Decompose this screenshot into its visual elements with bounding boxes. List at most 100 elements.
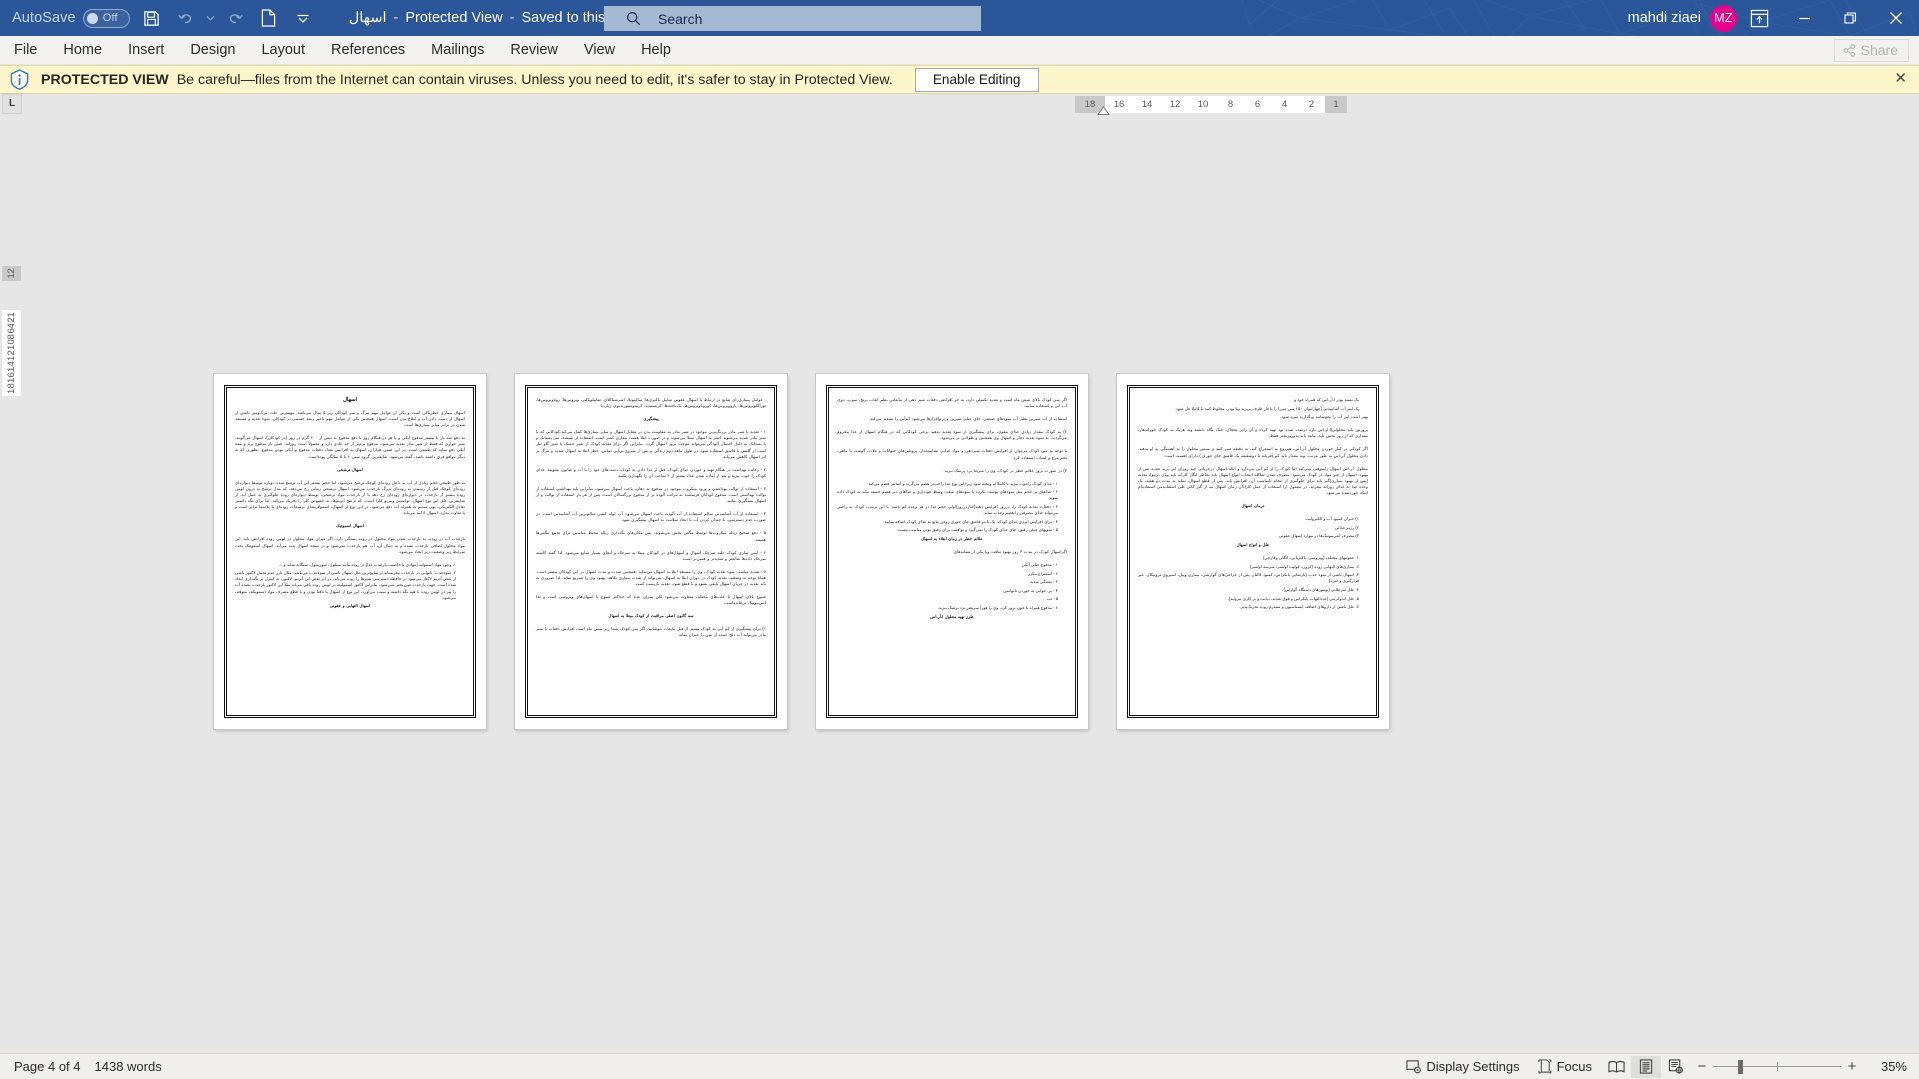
minimize-button[interactable] (1781, 0, 1827, 36)
document-page-4[interactable]: یک بسته پودر ا.آر.اس که همراه خود و یک ل… (1117, 374, 1389, 729)
account-name[interactable]: mahdi ziaei (1628, 10, 1701, 26)
tab-stop-marker: L (8, 98, 16, 109)
tab-mailings[interactable]: Mailings (419, 38, 496, 63)
page-1-list-item-2: ۲. سوءجذب: ناتوانی در بازجذب بیفرشتاند ا… (235, 570, 456, 600)
redo-icon[interactable] (219, 3, 251, 33)
page-3-para-2: استفاده از آب شیرین نظیر آب میوه‌های صنع… (869, 416, 1067, 422)
autosave-toggle[interactable]: Off (82, 8, 130, 28)
zoom-slider-thumb[interactable] (1738, 1059, 1743, 1074)
focus-button[interactable]: Focus (1529, 1056, 1601, 1077)
page-1-heading-3: اسهال التهابی و عفونی (329, 603, 371, 609)
horizontal-ruler[interactable]: L 18 16 14 12 10 8 6 4 2 1 (0, 94, 1919, 116)
title-dash-2: - (509, 10, 515, 26)
focus-label: Focus (1556, 1059, 1592, 1074)
share-label: Share (1860, 42, 1898, 58)
page-3-list-item-7: ۲ - استفراغ مکرر (1027, 570, 1058, 576)
hruler-tick-1: 1 (1325, 96, 1347, 113)
page-4-list-item-2: یک لیتر آب آشامیدنی (چهارلیوان ۲۵۰ سی سی… (1174, 405, 1359, 411)
autosave-knob (86, 12, 98, 24)
vertical-ruler[interactable]: 2 1 1 2 4 6 8 10 12 14 16 18 (2, 116, 22, 1053)
tab-file[interactable]: File (2, 38, 49, 63)
autosave-state: Off (102, 12, 118, 24)
restore-button[interactable] (1827, 0, 1873, 36)
page-2-para-4: ۳ - استفاده از توالت بهداشتی و ورود میکر… (536, 485, 766, 504)
close-button[interactable] (1873, 0, 1919, 36)
zoom-slider[interactable] (1713, 1056, 1841, 1078)
page-indicator[interactable]: Page 4 of 4 (14, 1059, 81, 1074)
enable-editing-button[interactable]: Enable Editing (914, 67, 1039, 92)
zoom-out-button[interactable]: − (1691, 1056, 1713, 1078)
document-page-1[interactable]: اسهال اسهال بیماری خطرناکی است و یکی از … (214, 374, 486, 729)
search-input[interactable]: Search (604, 6, 981, 31)
page-4-heading-1: درمان اسهال (1241, 503, 1265, 509)
page-4-list-item-11: ۶. علل ناشی از دارو‌های اضافه، ایستاسیون… (1239, 604, 1359, 610)
text-cursor (1376, 676, 1377, 685)
vruler-tick-12: 12 (6, 350, 17, 362)
page-4-content: یک بسته پودر ا.آر.اس که همراه خود و یک ل… (1126, 384, 1380, 719)
print-layout-icon[interactable] (1631, 1055, 1661, 1078)
page-3-list-item-4: ۴ - برای افزایش انرژی غذای کودک، یک یا د… (883, 518, 1058, 524)
new-file-icon[interactable] (253, 3, 285, 33)
word-count[interactable]: 1438 words (95, 1059, 162, 1074)
page-1-para-2: به دفع سه بار یا بیشتر مدفوع آبکی و یا ه… (235, 435, 465, 459)
title-dash-1: - (393, 10, 399, 26)
page-2-para-2: ۱ - تغذیه با شیر مادر پررنگ‌ترین موجود د… (536, 429, 766, 459)
undo-icon[interactable] (170, 3, 202, 33)
titlebar-right-group: mahdi ziaei MZ (1628, 0, 1919, 36)
zoom-level-label[interactable]: 35% (1869, 1059, 1907, 1074)
document-work-area: L 18 16 14 12 10 8 6 4 2 1 2 1 1 2 4 6 8 (0, 94, 1919, 1053)
document-page-3[interactable]: اگر سن کودک بالای شش ماه است و تغذیه تکم… (816, 374, 1088, 729)
page-4-list-item-3: ۱) جبران کمبود آب و الکترولیت (1305, 516, 1359, 522)
ribbon-display-options-icon[interactable] (1737, 0, 1781, 36)
hruler-tick-12: 12 (1161, 96, 1189, 113)
tab-view[interactable]: View (572, 38, 627, 63)
hruler-tick-4: 4 (1271, 96, 1298, 113)
page-2-para-6: ۵ - دفع صحیح زباله میکروب‌ها توسط مگس پخ… (536, 530, 766, 542)
page-1-content: اسهال اسهال بیماری خطرناکی است و یکی از … (223, 384, 477, 719)
zoom-in-button[interactable]: + (1841, 1056, 1863, 1078)
search-placeholder: Search (658, 10, 703, 27)
tab-stop-selector[interactable]: L (2, 94, 22, 114)
vruler-tick-18: 18 (6, 383, 17, 395)
page-2-heading-1: پیشگیری (643, 416, 659, 422)
page-3-para-4: با توجه به سن کودک می‌توان از افزایش دفع… (837, 448, 1067, 460)
protected-view-bar: PROTECTED VIEW Be careful—files from the… (0, 65, 1919, 94)
customize-qat-chevron-icon[interactable] (287, 3, 319, 33)
vruler-gray-segment: 2 1 (2, 266, 21, 281)
share-button[interactable]: Share (1833, 39, 1909, 62)
hruler-tick-6: 6 (1244, 96, 1271, 113)
search-icon (626, 11, 641, 26)
page-3-list-item-8: ۳ - تشنگی شدید (1029, 579, 1058, 585)
tab-references[interactable]: References (319, 38, 417, 63)
display-settings-icon (1406, 1060, 1422, 1074)
page-1-para-3: به طور طبیعی حجم زیادی از آب به داخل رود… (235, 479, 465, 516)
tab-design[interactable]: Design (178, 38, 247, 63)
vruler-tick-16: 16 (6, 372, 17, 384)
save-icon[interactable] (136, 3, 168, 33)
page-4-para-1: بهتر است این آب را بجوشانید وبگذارید سرد… (1280, 414, 1368, 420)
indent-marker-icon[interactable] (1097, 106, 1110, 115)
avatar[interactable]: MZ (1710, 4, 1737, 32)
vruler-tick-1a: 1 (6, 273, 17, 279)
read-mode-icon[interactable] (1601, 1056, 1631, 1078)
page-4-list-item-10: ۵. علل اندوکرینی (غدد‌التهاب پانکراس و ف… (1227, 595, 1359, 601)
document-page-2[interactable]: . عوامل بیماری‌زای شایع در ارتباط با اسه… (515, 374, 787, 729)
document-title-group[interactable]: اسهال - Protected View - Saved to this P… (349, 10, 647, 26)
hruler-tick-8: 8 (1217, 96, 1244, 113)
vruler-white-segment: 1 2 4 6 8 10 12 14 16 18 (2, 310, 21, 397)
page-2-para-10: ۱) برای پیشگیری از کم آبی به کودک بیشتر … (536, 626, 766, 638)
document-canvas[interactable]: اسهال اسهال بیماری خطرناکی است و یکی از … (24, 116, 1919, 1053)
tab-home[interactable]: Home (51, 38, 114, 63)
page-4-list-item-7: ۲. بیماری‌های التهابی روده (کرون، کولیت … (1249, 563, 1359, 569)
web-layout-icon[interactable] (1661, 1056, 1691, 1078)
tab-review[interactable]: Review (498, 38, 570, 63)
tab-layout[interactable]: Layout (249, 38, 317, 63)
ribbon-tab-bar: File Home Insert Design Layout Reference… (0, 36, 1919, 65)
status-bar: Page 4 of 4 1438 words Display Settings … (0, 1053, 1919, 1079)
tab-help[interactable]: Help (629, 38, 683, 63)
tab-insert[interactable]: Insert (116, 38, 176, 63)
display-settings-button[interactable]: Display Settings (1397, 1056, 1528, 1077)
close-icon[interactable]: ✕ (1894, 71, 1907, 87)
undo-dropdown-chevron-icon[interactable] (204, 3, 217, 33)
page-3-list-item-6: ۱ - مدفوع خیلی آبکی (1021, 562, 1058, 568)
